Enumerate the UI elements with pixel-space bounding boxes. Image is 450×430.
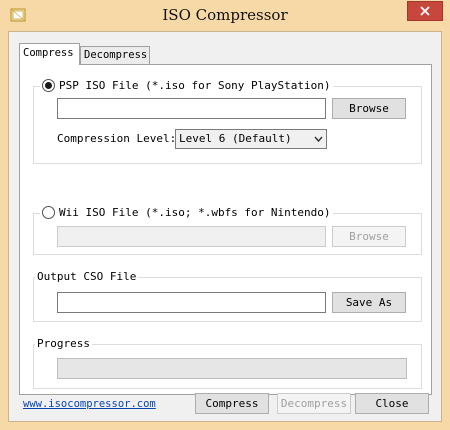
tab-compress[interactable]: Compress — [19, 43, 80, 65]
output-file-input[interactable] — [57, 292, 326, 313]
compress-tab-panel: PSP ISO File (*.iso for Sony PlayStation… — [19, 64, 432, 395]
psp-file-input[interactable] — [57, 98, 326, 119]
psp-radio-label: PSP ISO File (*.iso for Sony PlayStation… — [59, 79, 331, 92]
psp-radio-option[interactable]: PSP ISO File (*.iso for Sony PlayStation… — [40, 79, 333, 92]
window-close-button[interactable] — [407, 1, 443, 21]
wii-radio-option[interactable]: Wii ISO File (*.iso; *.wbfs for Nintendo… — [40, 206, 333, 219]
website-link[interactable]: www.isocompressor.com — [23, 398, 156, 410]
output-group: Output CSO File Save As — [33, 270, 422, 322]
progress-group-label: Progress — [35, 337, 92, 350]
compression-level-label: Compression Level: — [57, 132, 177, 145]
wii-radio[interactable] — [42, 206, 55, 219]
tab-decompress[interactable]: Decompress — [80, 46, 150, 65]
compression-level-select[interactable]: Level 6 (Default) — [175, 129, 327, 149]
progress-bar — [57, 358, 407, 379]
chevron-down-icon — [314, 136, 323, 143]
save-as-button[interactable]: Save As — [332, 292, 406, 313]
close-icon — [420, 6, 430, 16]
radio-selected-dot — [45, 82, 52, 89]
output-group-label: Output CSO File — [35, 270, 139, 283]
compression-level-value: Level 6 (Default) — [179, 132, 292, 145]
close-button[interactable]: Close — [355, 393, 429, 414]
compress-button[interactable]: Compress — [195, 393, 269, 414]
app-window: ISO Compressor Compress Decompress PSP I… — [0, 0, 450, 430]
psp-group: PSP ISO File (*.iso for Sony PlayStation… — [33, 79, 422, 164]
psp-browse-button[interactable]: Browse — [332, 98, 406, 119]
progress-group: Progress — [33, 337, 422, 389]
window-client-area: Compress Decompress PSP ISO File (*.iso … — [8, 31, 442, 422]
window-title: ISO Compressor — [162, 6, 288, 24]
wii-radio-label: Wii ISO File (*.iso; *.wbfs for Nintendo… — [59, 206, 331, 219]
wii-group: Wii ISO File (*.iso; *.wbfs for Nintendo… — [33, 206, 422, 255]
psp-radio[interactable] — [42, 79, 55, 92]
wii-browse-button[interactable]: Browse — [332, 226, 406, 247]
decompress-button[interactable]: Decompress — [277, 393, 351, 414]
wii-file-input[interactable] — [57, 226, 326, 247]
title-bar[interactable]: ISO Compressor — [0, 0, 450, 32]
